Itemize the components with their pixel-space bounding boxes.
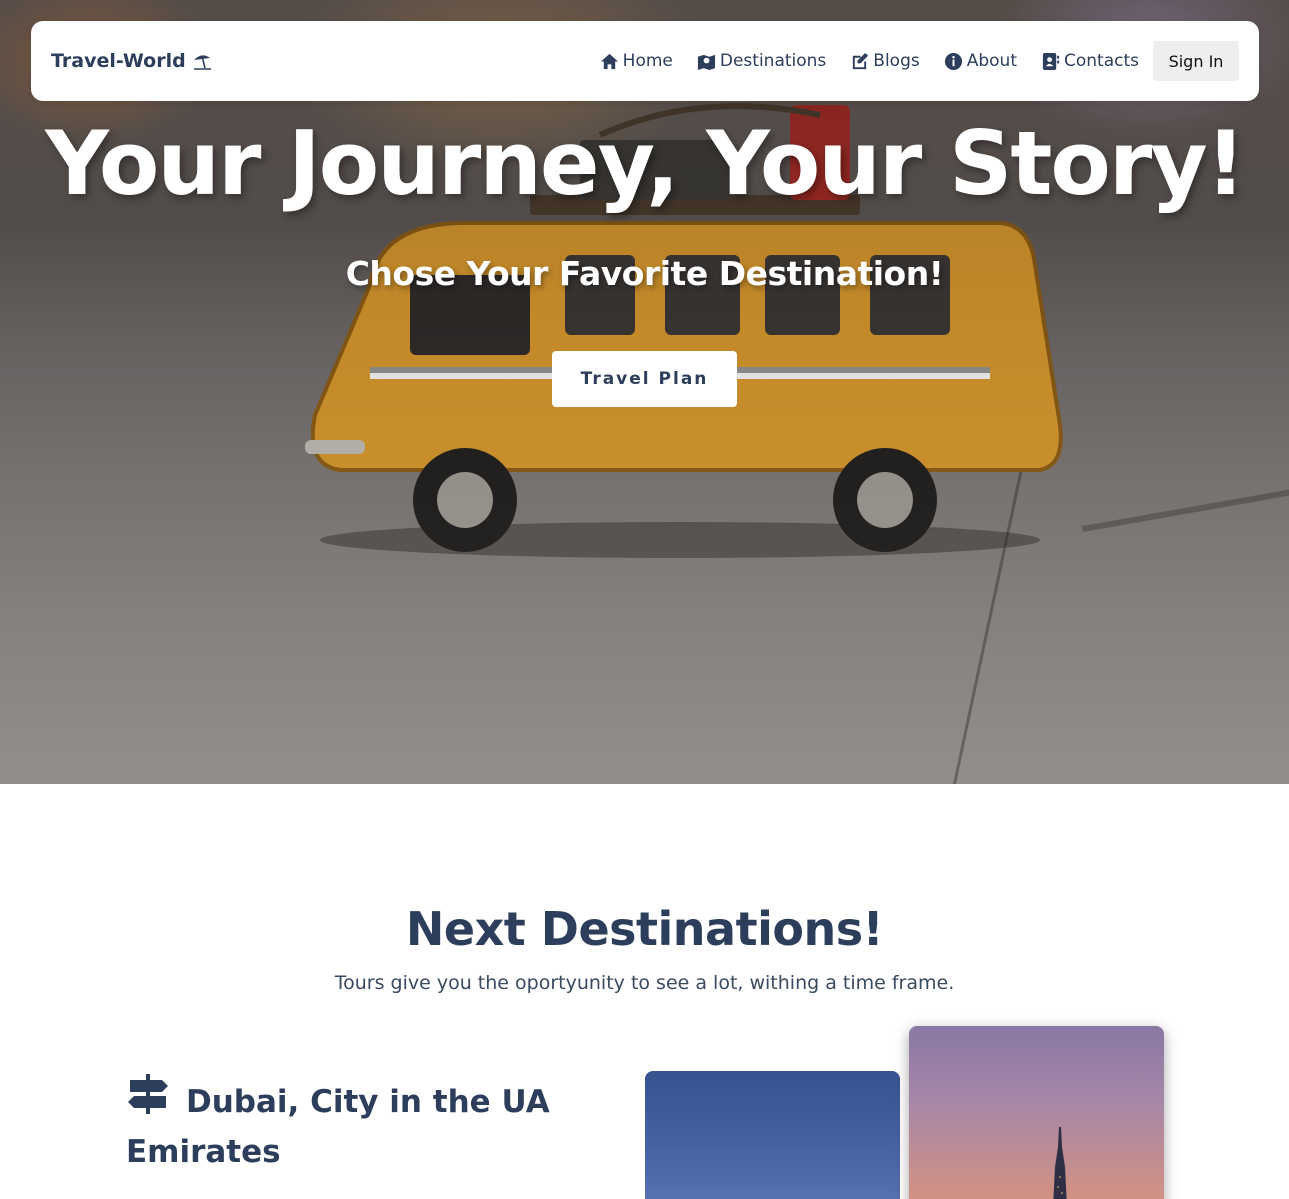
nav-item-contacts[interactable]: Contacts (1041, 51, 1139, 71)
nav-menu: Home Destinations Blogs About Contacts S… (600, 41, 1239, 81)
nav-item-label: Destinations (719, 51, 827, 71)
section-title: Next Destinations! (405, 902, 884, 956)
home-icon (600, 53, 618, 69)
contact-book-icon (1042, 52, 1060, 70)
nav-item-label: About (966, 51, 1017, 71)
hero-subtitle: Chose Your Favorite Destination! (345, 254, 944, 293)
nav-item-label: Contacts (1064, 51, 1139, 71)
burj-tower-silhouette (1053, 1127, 1067, 1199)
nav-item-blogs[interactable]: Blogs (850, 51, 920, 71)
brand-logo[interactable]: Travel-World (51, 50, 212, 72)
travel-plan-button[interactable]: Travel Plan (552, 351, 737, 407)
beach-umbrella-icon (193, 55, 211, 70)
edit-icon (853, 52, 869, 69)
destination-image-card[interactable] (909, 1026, 1164, 1199)
destination-title-text: Dubai, City in the UA Emirates (126, 1084, 550, 1170)
hero-title: Your Journey, Your Story! (45, 112, 1246, 215)
destination-image-card[interactable] (645, 1071, 900, 1199)
signpost-icon (128, 1074, 168, 1114)
nav-item-label: Blogs (873, 51, 920, 71)
navbar: Travel-World Home Destinations Blogs Abo… (31, 21, 1259, 101)
nav-item-destinations[interactable]: Destinations (697, 51, 826, 71)
sign-in-button[interactable]: Sign In (1153, 41, 1239, 81)
section-subtitle: Tours give you the oportyunity to see a … (334, 972, 955, 994)
nav-item-about[interactable]: About (944, 51, 1017, 71)
info-icon (944, 52, 962, 70)
brand-name: Travel-World (51, 50, 186, 72)
nav-item-home[interactable]: Home (600, 51, 673, 71)
map-icon (697, 54, 715, 70)
hero-section: Your Journey, Your Story! Chose Your Fav… (0, 0, 1289, 784)
nav-item-label: Home (622, 51, 673, 71)
destination-title: Dubai, City in the UA Emirates (126, 1072, 596, 1177)
